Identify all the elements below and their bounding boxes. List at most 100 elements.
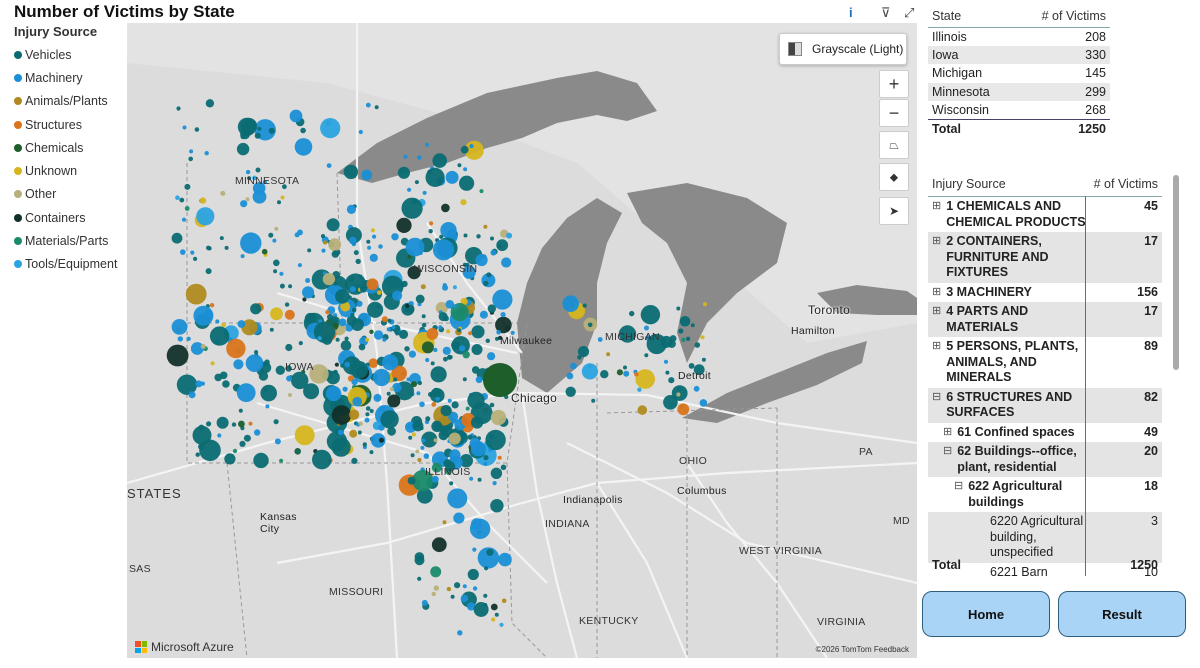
table-row[interactable]: ⊞ 3 MACHINERY 156 [928, 283, 1162, 303]
victim-bubble[interactable] [462, 584, 467, 589]
victim-bubble[interactable] [240, 200, 248, 208]
victim-bubble[interactable] [355, 258, 361, 265]
victim-bubble[interactable] [279, 283, 285, 289]
victim-bubble[interactable] [465, 406, 470, 411]
col-victims[interactable]: # of Victims [1094, 177, 1158, 191]
victim-bubble[interactable] [274, 226, 279, 231]
col-injury-source[interactable]: Injury Source [932, 177, 1006, 191]
victim-bubble[interactable] [471, 416, 484, 429]
victim-bubble[interactable] [284, 302, 290, 307]
victim-bubble[interactable] [184, 183, 191, 190]
victim-bubble[interactable] [331, 405, 352, 425]
victim-bubble[interactable] [587, 322, 593, 328]
info-icon[interactable]: i [849, 5, 853, 21]
victim-bubble[interactable] [663, 359, 669, 364]
victim-bubble[interactable] [304, 312, 316, 325]
victim-bubble[interactable] [239, 440, 246, 447]
victim-bubble[interactable] [240, 254, 245, 259]
victim-bubble[interactable] [681, 337, 686, 342]
victim-bubble[interactable] [412, 420, 424, 432]
victim-bubble[interactable] [379, 405, 386, 412]
victim-bubble[interactable] [668, 377, 675, 384]
victim-bubble[interactable] [255, 167, 261, 173]
victim-bubble[interactable] [320, 234, 326, 239]
victim-bubble[interactable] [694, 342, 701, 348]
victim-bubble[interactable] [349, 429, 358, 438]
home-button[interactable]: Home [922, 591, 1050, 637]
victim-bubble[interactable] [451, 401, 459, 409]
victim-bubble[interactable] [685, 336, 691, 341]
victim-bubble[interactable] [487, 352, 496, 361]
victim-bubble[interactable] [677, 403, 690, 416]
victim-bubble[interactable] [449, 481, 454, 486]
victim-bubble[interactable] [492, 481, 497, 486]
victim-bubble[interactable] [189, 149, 194, 154]
victim-bubble[interactable] [391, 233, 399, 241]
victim-bubble[interactable] [411, 432, 416, 437]
victim-bubble[interactable] [215, 319, 220, 324]
victim-bubble[interactable] [257, 126, 262, 131]
victim-bubble[interactable] [370, 228, 375, 233]
victim-bubble[interactable] [198, 424, 205, 431]
legend-item[interactable]: Unknown [14, 159, 126, 182]
victim-bubble[interactable] [331, 250, 339, 258]
victim-bubble[interactable] [463, 233, 468, 238]
map-attribution[interactable]: ©2026 TomTom Feedback [816, 645, 909, 654]
victim-bubble[interactable] [634, 372, 639, 377]
victim-bubble[interactable] [236, 142, 250, 156]
victim-bubble[interactable] [425, 416, 431, 422]
victim-bubble[interactable] [410, 453, 415, 458]
victim-bubble[interactable] [313, 321, 336, 343]
victim-bubble[interactable] [335, 337, 340, 342]
victim-bubble[interactable] [387, 394, 401, 408]
victim-bubble[interactable] [457, 163, 462, 168]
victim-bubble[interactable] [268, 232, 274, 238]
victim-bubble[interactable] [467, 391, 485, 410]
victim-bubble[interactable] [431, 387, 442, 398]
victim-bubble[interactable] [490, 249, 497, 256]
victim-bubble[interactable] [500, 312, 506, 318]
victim-bubble[interactable] [294, 425, 315, 446]
victim-bubble[interactable] [665, 370, 670, 375]
victim-bubble[interactable] [407, 476, 416, 485]
victim-bubble[interactable] [327, 313, 334, 321]
victim-bubble[interactable] [365, 102, 371, 108]
victim-bubble[interactable] [446, 586, 452, 592]
victim-bubble[interactable] [678, 328, 684, 334]
victim-bubble[interactable] [401, 197, 423, 219]
victim-bubble[interactable] [459, 345, 466, 352]
victim-bubble[interactable] [302, 297, 307, 302]
victim-bubble[interactable] [443, 315, 449, 322]
expand-toggle-icon[interactable]: ⊞ [932, 285, 941, 301]
victim-bubble[interactable] [577, 355, 582, 360]
victim-bubble[interactable] [190, 250, 195, 255]
victim-bubble[interactable] [380, 410, 399, 429]
victim-bubble[interactable] [373, 393, 382, 402]
victim-bubble[interactable] [417, 457, 422, 463]
victim-bubble[interactable] [307, 248, 312, 253]
victim-bubble[interactable] [405, 237, 425, 257]
victim-bubble[interactable] [250, 303, 262, 315]
victim-bubble[interactable] [663, 395, 678, 410]
victim-bubble[interactable] [408, 435, 413, 440]
victim-bubble[interactable] [701, 357, 706, 362]
victim-bubble[interactable] [351, 307, 357, 313]
table-row[interactable]: Minnesota 299 [928, 82, 1110, 101]
victim-bubble[interactable] [288, 393, 292, 397]
victim-bubble[interactable] [294, 138, 313, 156]
table-row[interactable]: ⊟ 6 STRUCTURES AND SURFACES 82 [928, 387, 1162, 423]
victim-bubble[interactable] [441, 252, 446, 257]
victim-bubble[interactable] [364, 417, 370, 423]
victim-bubble[interactable] [273, 419, 279, 425]
victim-bubble[interactable] [331, 437, 351, 457]
victim-bubble[interactable] [366, 278, 379, 291]
victim-bubble[interactable] [500, 464, 507, 471]
victim-bubble[interactable] [425, 357, 430, 363]
victim-bubble[interactable] [240, 129, 250, 140]
victim-bubble[interactable] [253, 452, 269, 469]
victim-bubble[interactable] [193, 256, 198, 261]
victim-bubble[interactable] [220, 190, 226, 196]
victim-bubble[interactable] [216, 416, 229, 429]
victim-bubble[interactable] [491, 617, 496, 622]
victim-bubble[interactable] [277, 200, 281, 205]
